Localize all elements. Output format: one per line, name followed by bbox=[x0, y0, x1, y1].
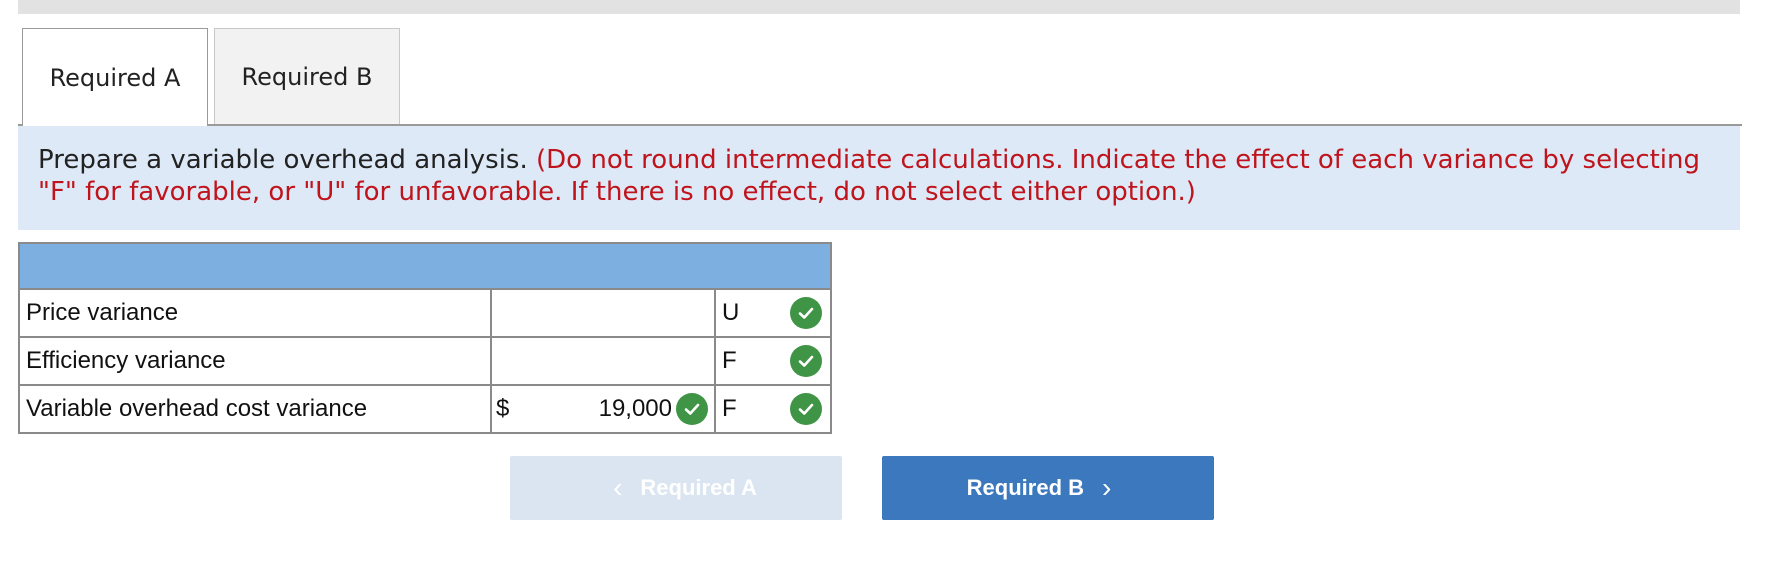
amount-input[interactable] bbox=[492, 290, 716, 336]
variance-table: Price variance U Efficiency variance F V… bbox=[18, 242, 832, 434]
check-icon bbox=[790, 297, 822, 329]
prev-required-a-button[interactable]: ‹ Required A bbox=[510, 456, 842, 520]
check-icon bbox=[790, 345, 822, 377]
row-label: Price variance bbox=[20, 290, 492, 336]
instructions-main: Prepare a variable overhead analysis. bbox=[38, 145, 528, 175]
tab-bar: Required A Required B bbox=[18, 28, 1742, 126]
effect-select[interactable]: F bbox=[716, 338, 830, 384]
amount-value: 19,000 bbox=[598, 395, 672, 422]
tab-required-a[interactable]: Required A bbox=[22, 28, 208, 126]
table-header bbox=[20, 244, 830, 290]
table-row: Efficiency variance F bbox=[20, 338, 830, 386]
effect-select[interactable]: U bbox=[716, 290, 830, 336]
row-label: Efficiency variance bbox=[20, 338, 492, 384]
amount-input[interactable] bbox=[492, 338, 716, 384]
effect-value: U bbox=[722, 299, 740, 326]
effect-value: F bbox=[722, 395, 737, 422]
chevron-right-icon: › bbox=[1102, 472, 1112, 503]
currency-symbol: $ bbox=[496, 395, 510, 422]
prev-button-label: Required A bbox=[640, 475, 757, 500]
chevron-left-icon: ‹ bbox=[613, 472, 623, 503]
next-button-label: Required B bbox=[966, 475, 1085, 500]
top-bar bbox=[18, 0, 1740, 14]
tab-required-b[interactable]: Required B bbox=[214, 28, 400, 124]
next-required-b-button[interactable]: Required B › bbox=[882, 456, 1214, 520]
amount-input[interactable]: $ 19,000 bbox=[492, 386, 716, 432]
effect-select[interactable]: F bbox=[716, 386, 830, 432]
table-row: Price variance U bbox=[20, 290, 830, 338]
check-icon bbox=[676, 393, 708, 425]
table-row: Variable overhead cost variance $ 19,000… bbox=[20, 386, 830, 432]
check-icon bbox=[790, 393, 822, 425]
instructions-panel: Prepare a variable overhead analysis. (D… bbox=[18, 126, 1740, 230]
row-label: Variable overhead cost variance bbox=[20, 386, 492, 432]
effect-value: F bbox=[722, 347, 737, 374]
